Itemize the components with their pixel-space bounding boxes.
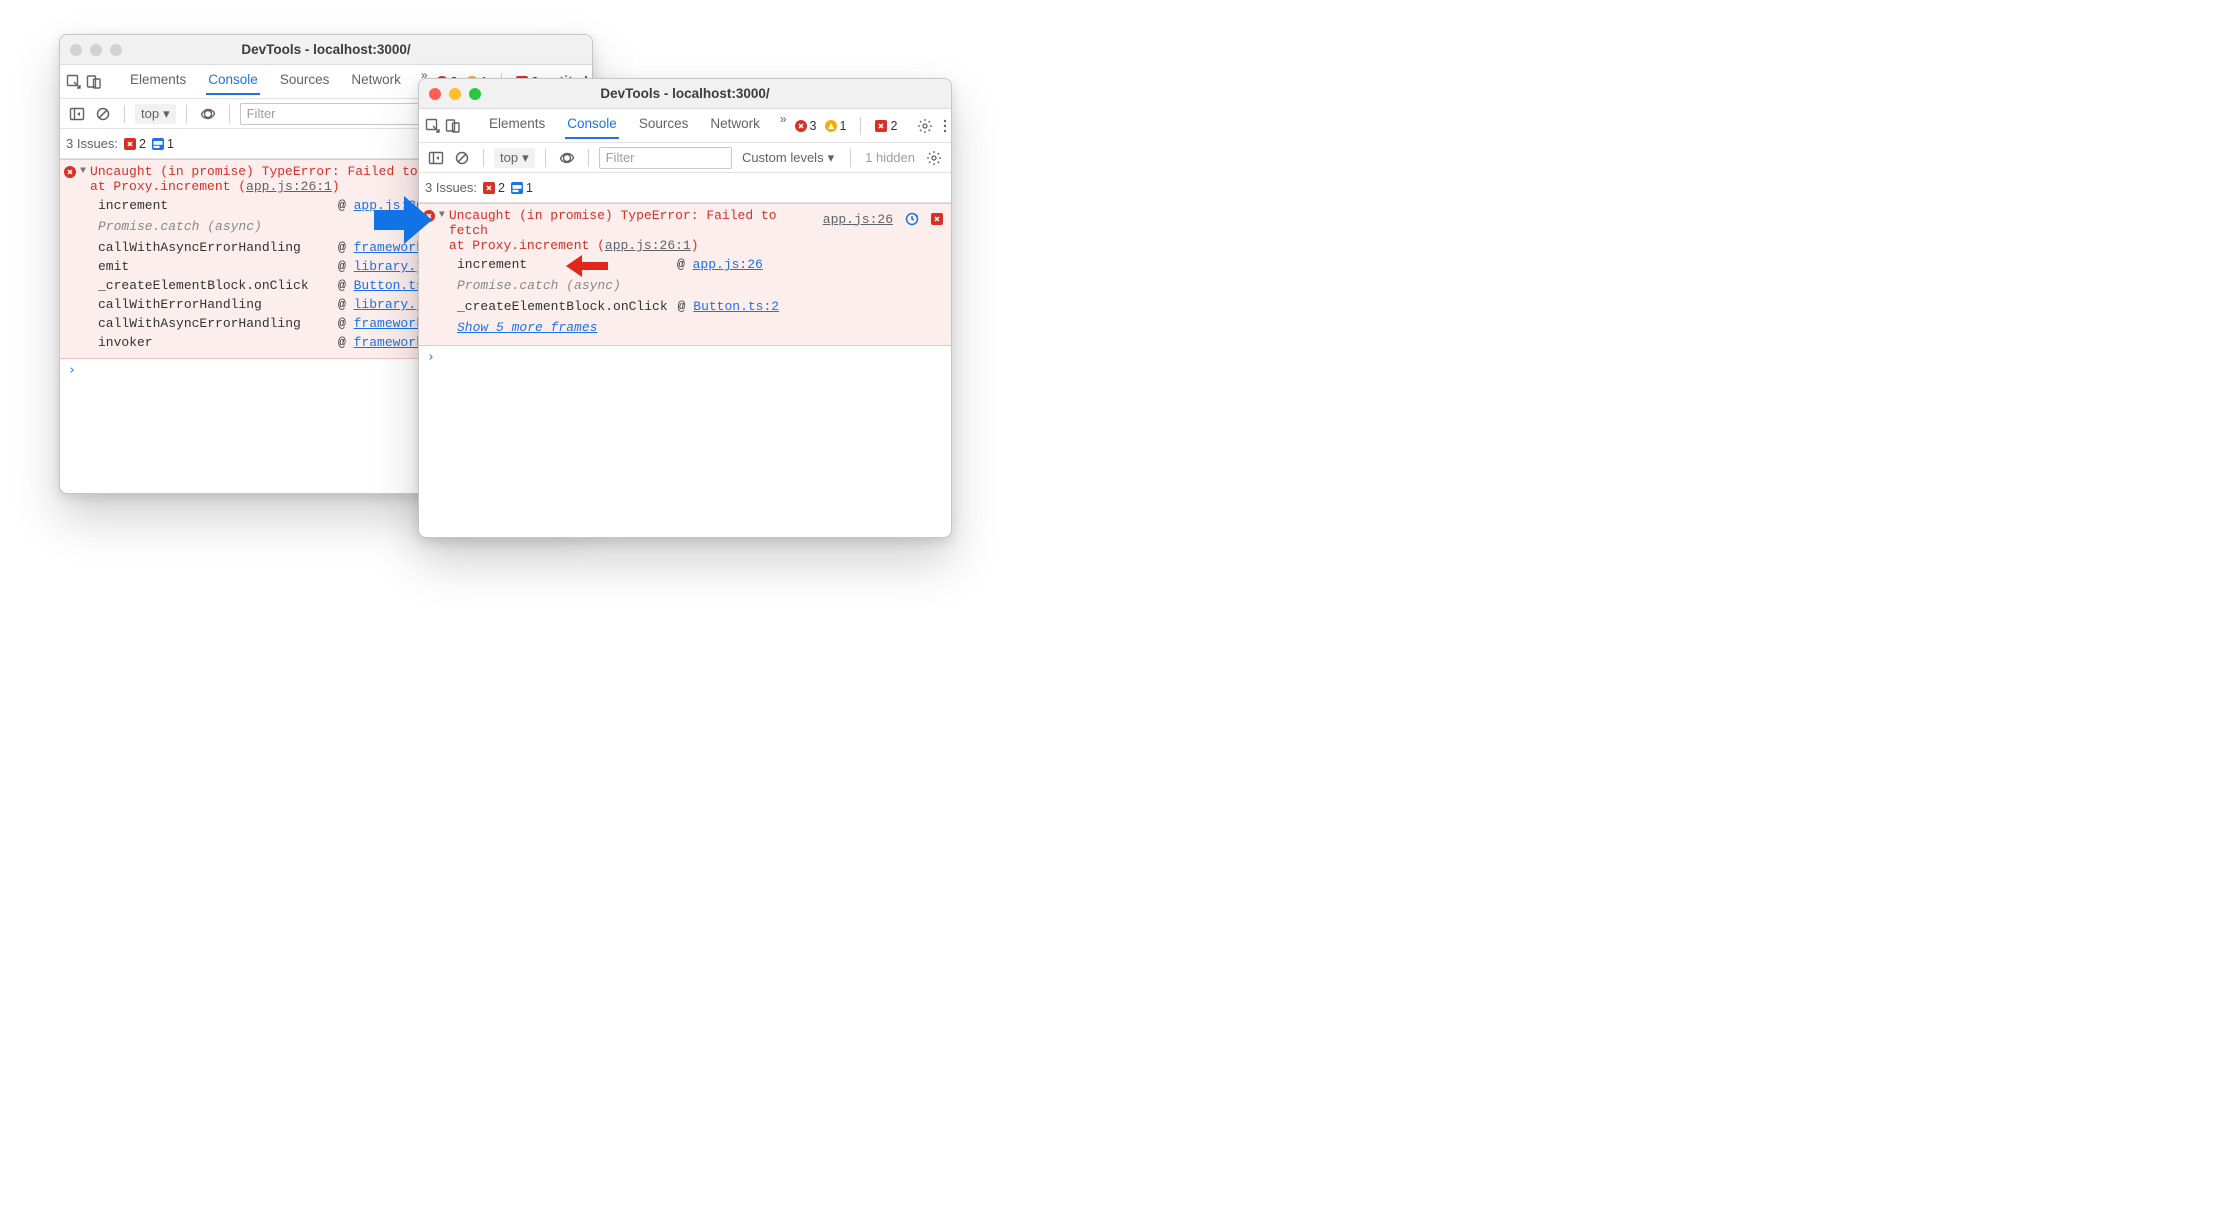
kebab-icon[interactable] [937,115,952,137]
live-expression-icon[interactable] [556,147,578,169]
separator [186,105,187,123]
separator [124,105,125,123]
source-link[interactable]: app.js:26:1 [605,238,691,253]
collapse-toggle-icon[interactable]: ▼ [439,210,445,221]
highlight-arrow-icon [566,255,608,277]
console-output: ▼ Uncaught (in promise) TypeError: Faile… [419,203,951,369]
separator [483,149,484,167]
device-toggle-icon[interactable] [86,71,102,93]
error-icon [64,166,76,178]
issues-bar: 3 Issues: 2 1 [419,173,951,203]
window-close-icon[interactable] [70,44,82,56]
separator [860,117,861,135]
device-toggle-icon[interactable] [445,115,461,137]
source-link[interactable]: Button.ts:2 [693,299,779,314]
console-subbar: top ▾ Filter Custom levels ▾ 1 hidden [419,143,951,173]
warning-count[interactable]: 1 [825,119,847,133]
source-link[interactable]: app.js:26:1 [246,179,332,194]
main-toolbar: Elements Console Sources Network » 3 1 2 [419,109,951,143]
window-close-icon[interactable] [429,88,441,100]
window-zoom-icon[interactable] [469,88,481,100]
hidden-count[interactable]: 1 hidden [861,150,919,165]
separator [229,105,230,123]
async-boundary: Promise.catch (async) [457,274,943,297]
separator [588,149,589,167]
context-selector[interactable]: top ▾ [494,148,535,168]
window-minimize-icon[interactable] [449,88,461,100]
more-tabs-icon[interactable]: » [780,112,787,139]
transition-arrow-icon [374,194,432,246]
tab-elements[interactable]: Elements [128,68,188,95]
error-count[interactable]: 3 [795,119,817,133]
toggle-sidebar-icon[interactable] [66,103,88,125]
window-title: DevTools - localhost:3000/ [241,42,410,57]
separator [545,149,546,167]
restart-frame-icon[interactable] [901,208,923,230]
error-entry: ▼ Uncaught (in promise) TypeError: Faile… [419,203,951,346]
tab-console[interactable]: Console [565,112,619,139]
error-message: Uncaught (in promise) TypeError: Failed … [90,164,464,194]
collapse-toggle-icon[interactable]: ▼ [80,166,86,177]
tab-sources[interactable]: Sources [278,68,332,95]
issues-link[interactable]: 3 Issues: 2 1 [425,180,533,195]
clear-console-icon[interactable] [92,103,114,125]
source-link[interactable]: app.js:26 [693,257,763,272]
panel-tabs: Elements Console Sources Network » [128,68,428,95]
stack-frame: increment@ app.js:26 [457,255,943,274]
live-expression-icon[interactable] [197,103,219,125]
gear-icon[interactable] [917,115,933,137]
stack-frame: _createElementBlock.onClick@ Button.ts:2 [457,297,943,316]
stack-trace: increment@ app.js:26 Promise.catch (asyn… [457,255,943,339]
traffic-lights [70,44,122,56]
inspect-icon[interactable] [425,115,441,137]
devtools-window-after: DevTools - localhost:3000/ Elements Cons… [418,78,952,538]
inspect-icon[interactable] [66,71,82,93]
tab-sources[interactable]: Sources [637,112,691,139]
show-more-frames-link[interactable]: Show 5 more frames [457,316,597,339]
tab-network[interactable]: Network [708,112,762,139]
log-levels-selector[interactable]: Custom levels ▾ [736,148,840,168]
error-badge-icon[interactable] [931,213,943,225]
separator [850,149,851,167]
error-badge[interactable]: 2 [875,119,897,133]
tab-elements[interactable]: Elements [487,112,547,139]
console-prompt[interactable]: › [419,346,951,369]
traffic-lights [429,88,481,100]
toggle-sidebar-icon[interactable] [425,147,447,169]
tab-console[interactable]: Console [206,68,260,95]
panel-tabs: Elements Console Sources Network » [487,112,787,139]
error-message: Uncaught (in promise) TypeError: Failed … [449,208,819,253]
source-link[interactable]: app.js:26 [823,212,893,227]
window-title: DevTools - localhost:3000/ [600,86,769,101]
titlebar: DevTools - localhost:3000/ [60,35,592,65]
filter-input[interactable]: Filter [599,147,732,169]
gear-icon[interactable] [923,147,945,169]
clear-console-icon[interactable] [451,147,473,169]
window-minimize-icon[interactable] [90,44,102,56]
status-counts: 3 1 2 [795,117,898,135]
tab-network[interactable]: Network [349,68,403,95]
context-selector[interactable]: top ▾ [135,104,176,124]
titlebar: DevTools - localhost:3000/ [419,79,951,109]
window-zoom-icon[interactable] [110,44,122,56]
issues-link[interactable]: 3 Issues: 2 1 [66,136,174,151]
